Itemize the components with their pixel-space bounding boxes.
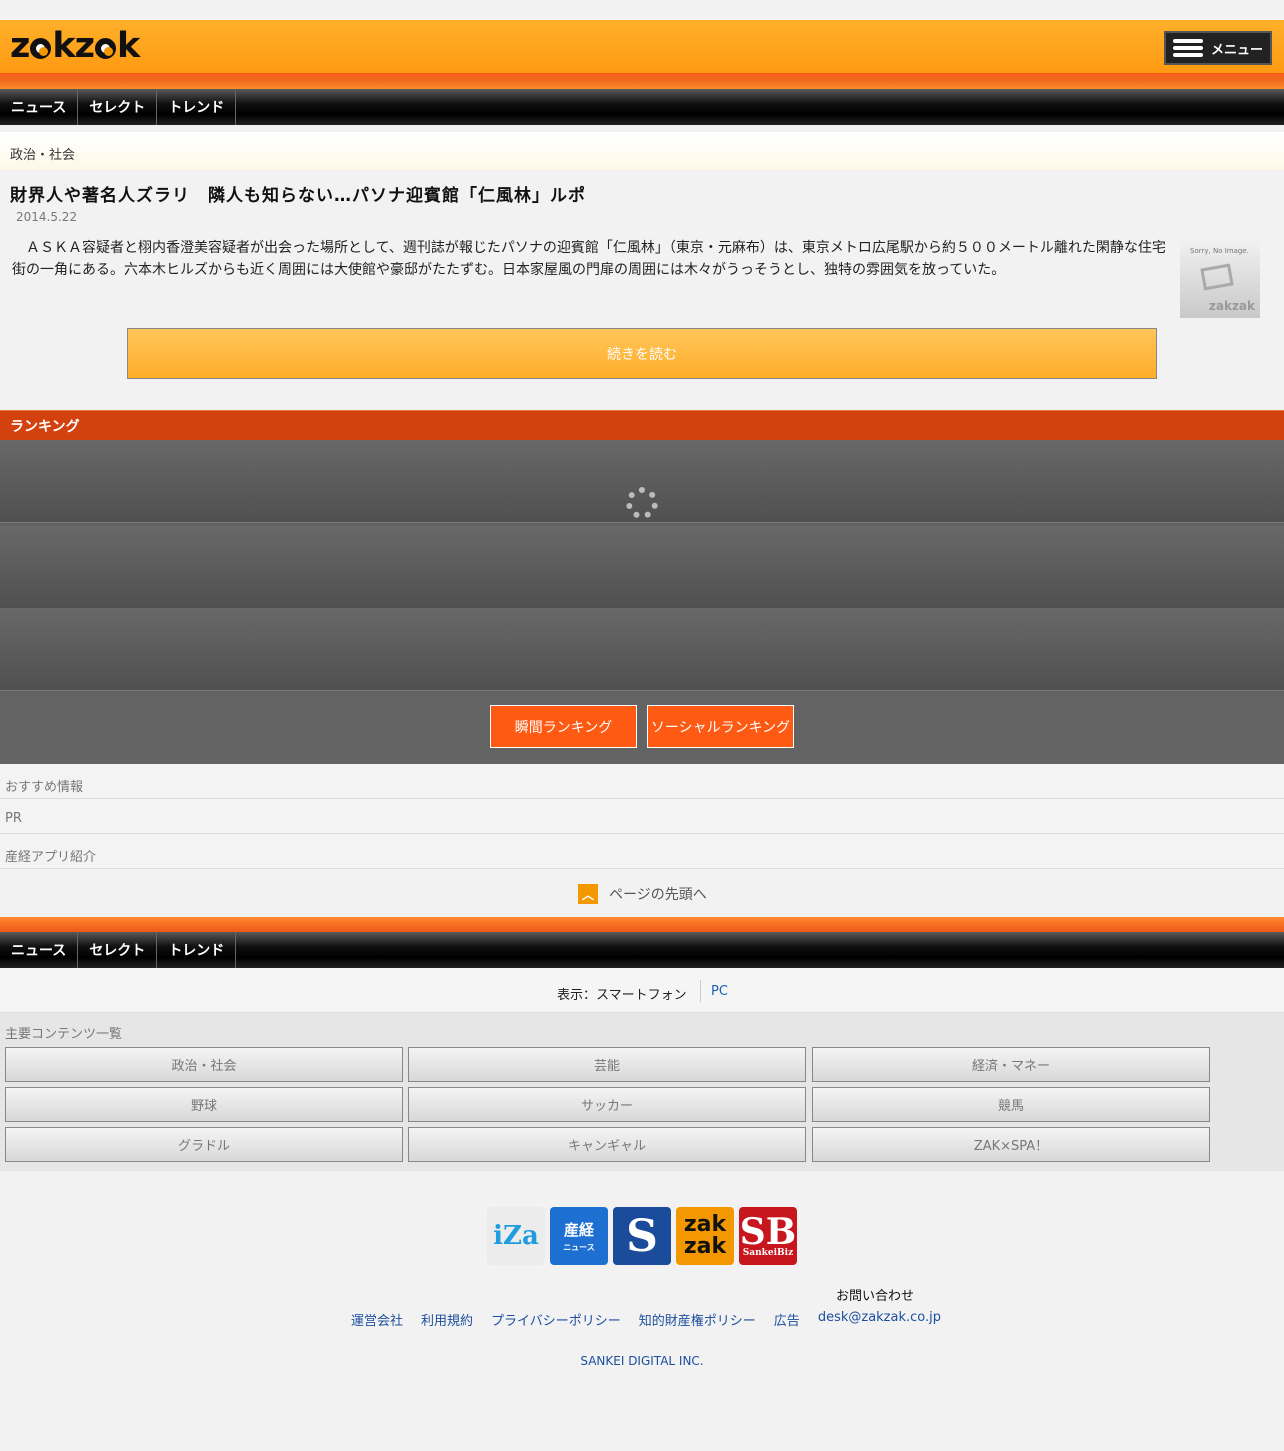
footer-links: 運営会社 利用規約 プライバシーポリシー 知的財産権ポリシー 広告 desk@z… — [351, 1310, 941, 1329]
nav-item-trend[interactable]: トレンド — [157, 932, 237, 968]
section-recommend-label: おすすめ情報 — [5, 780, 84, 795]
content-button-soccer[interactable]: サッカー — [408, 1087, 806, 1122]
instant-ranking-button[interactable]: 瞬間ランキング — [490, 705, 637, 748]
display-smartphone-label: 表示：スマートフォン — [557, 988, 687, 1003]
footer-link-ip-policy[interactable]: 知的財産権ポリシー — [639, 1310, 756, 1329]
copyright: SANKEI DIGITAL INC. — [580, 1354, 704, 1368]
photo-icon — [1200, 263, 1234, 291]
display-pc-link[interactable]: PC — [711, 984, 728, 999]
footer-link-privacy[interactable]: プライバシーポリシー — [491, 1310, 621, 1329]
no-image-brand: zakzak — [1208, 299, 1255, 313]
ranking-heading: ランキング — [0, 410, 1284, 440]
footer-link-terms[interactable]: 利用規約 — [421, 1310, 473, 1329]
back-to-top-link[interactable]: ︿ ページの先頭へ — [578, 884, 707, 904]
nav-item-trend[interactable]: トレンド — [157, 89, 237, 125]
nav-item-select[interactable]: セレクト — [78, 89, 158, 125]
ranking-row[interactable] — [0, 608, 1284, 691]
nav-item-news[interactable]: ニュース — [0, 89, 79, 125]
footer-link-email[interactable]: desk@zakzak.co.jp — [818, 1310, 941, 1329]
content-button-politics[interactable]: 政治・社会 — [5, 1047, 403, 1082]
section-recommend: おすすめ情報 — [0, 764, 1284, 799]
partner-logos: iZa 産経 ニュース S zak zak SB SankeiBiz — [487, 1207, 797, 1265]
section-pr: PR — [0, 799, 1284, 834]
section-pr-label: PR — [5, 811, 22, 826]
iza-logo[interactable]: iZa — [487, 1207, 545, 1265]
no-image-text: Sorry, No Image. — [1190, 247, 1249, 255]
footer-link-company[interactable]: 運営会社 — [351, 1310, 403, 1329]
breadcrumb: 政治・社会 — [0, 132, 1284, 171]
social-ranking-button[interactable]: ソーシャルランキング — [647, 705, 794, 748]
content-button-zak-spa[interactable]: ZAK×SPA！ — [812, 1127, 1210, 1162]
sankei-news-logo[interactable]: 産経 ニュース — [550, 1207, 608, 1265]
header-bar — [0, 20, 1284, 73]
divider — [700, 980, 701, 1002]
top-nav: ニュース セレクト トレンド — [0, 89, 1284, 125]
contact-label: お問い合わせ — [836, 1289, 915, 1304]
ranking-row[interactable] — [0, 526, 1284, 609]
content-button-economy[interactable]: 経済・マネー — [812, 1047, 1210, 1082]
back-to-top-label: ページの先頭へ — [609, 887, 707, 903]
main-contents: 主要コンテンツ一覧 政治・社会 芸能 経済・マネー 野球 サッカー 競馬 グラド… — [0, 1013, 1284, 1171]
sanspo-logo[interactable]: S — [613, 1207, 671, 1265]
footer-stripe — [0, 917, 1284, 932]
category-link[interactable]: 政治・社会 — [10, 144, 75, 163]
hamburger-icon — [1172, 39, 1203, 57]
section-apps-label: 産経アプリ紹介 — [5, 850, 97, 865]
content-button-horse-racing[interactable]: 競馬 — [812, 1087, 1210, 1122]
footer-link-ads[interactable]: 広告 — [774, 1310, 800, 1329]
display-switch: 表示：スマートフォン PC — [0, 968, 1284, 1013]
content-button-campaign-girl[interactable]: キャンギャル — [408, 1127, 806, 1162]
loading-spinner-icon — [626, 487, 658, 519]
article-date: 2014.5.22 — [16, 210, 78, 224]
main-contents-title: 主要コンテンツ一覧 — [5, 1027, 123, 1042]
menu-button[interactable]: メニュー — [1164, 31, 1272, 65]
nav-item-news[interactable]: ニュース — [0, 932, 79, 968]
bottom-nav: ニュース セレクト トレンド — [0, 932, 1284, 968]
zakzak-logo[interactable]: z kz k — [10, 29, 140, 64]
section-apps: 産経アプリ紹介 — [0, 834, 1284, 869]
ranking-heading-label: ランキング — [10, 419, 80, 435]
header-stripe — [0, 73, 1284, 89]
chevron-up-icon: ︿ — [578, 884, 598, 904]
content-button-baseball[interactable]: 野球 — [5, 1087, 403, 1122]
article-title: 財界人や著名人ズラリ 隣人も知らない…パソナ迎賓館「仁風林」ルポ — [10, 186, 586, 206]
no-image-placeholder: Sorry, No Image. zakzak — [1180, 238, 1260, 318]
content-button-gravure[interactable]: グラドル — [5, 1127, 403, 1162]
zakzak-app-logo[interactable]: zak zak — [676, 1207, 734, 1265]
article-body: ＡＳＫＡ容疑者と栩内香澄美容疑者が出会った場所として、週刊誌が報じたパソナの迎賓… — [12, 240, 1166, 278]
sankeibiz-logo[interactable]: SB SankeiBiz — [739, 1207, 797, 1265]
menu-label: メニュー — [1210, 42, 1263, 58]
content-button-entertainment[interactable]: 芸能 — [408, 1047, 806, 1082]
nav-item-select[interactable]: セレクト — [78, 932, 158, 968]
read-more-button[interactable]: 続きを読む — [127, 328, 1157, 379]
